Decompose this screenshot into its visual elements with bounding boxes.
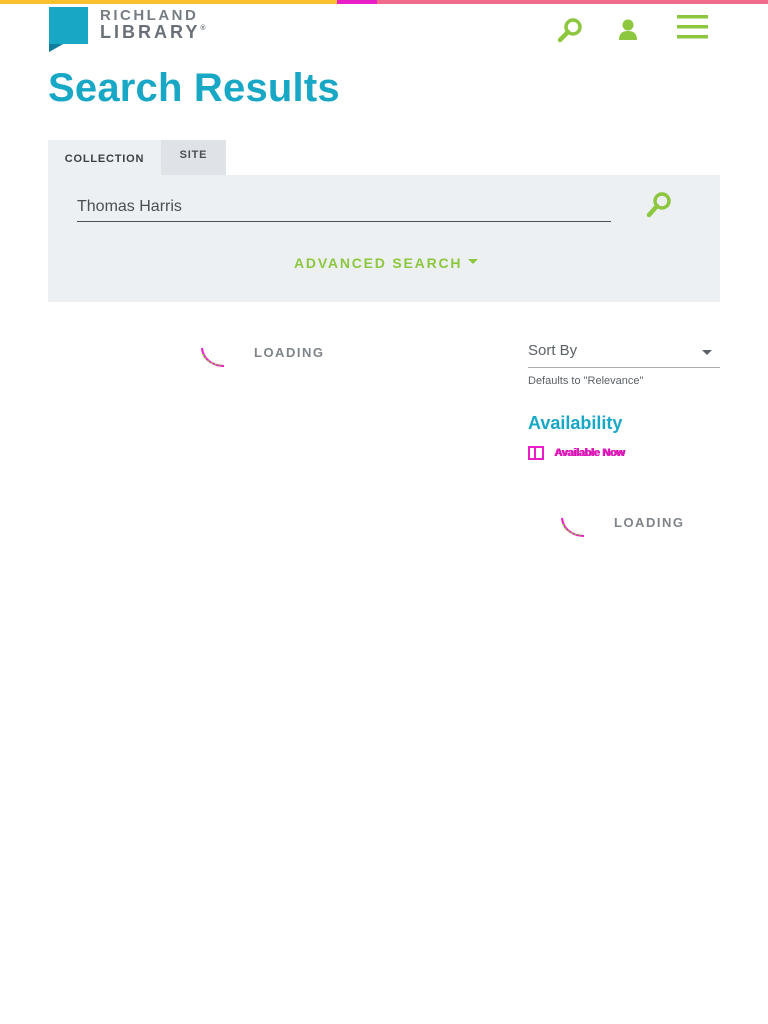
availability-heading: Availability xyxy=(528,413,623,433)
tab-collection[interactable]: COLLECTION xyxy=(48,140,161,175)
sort-hint-text: Defaults to "Relevance" xyxy=(528,375,644,387)
results-loading-text: LOADING xyxy=(254,344,325,360)
main-menu-button[interactable] xyxy=(677,11,709,43)
available-now-label: Available Now xyxy=(554,447,625,459)
search-panel: ADVANCED SEARCH xyxy=(48,175,720,302)
results-loading: LOADING xyxy=(200,342,324,368)
top-color-bar xyxy=(0,0,768,4)
account-button[interactable] xyxy=(612,14,644,46)
filters-loading-text: LOADING xyxy=(614,514,685,530)
search-icon xyxy=(557,18,582,43)
logo-text-library-word: LIBRARY xyxy=(100,22,201,42)
search-tabs: COLLECTION SITE xyxy=(48,140,226,175)
user-icon xyxy=(619,19,637,40)
logo-registered-mark: ® xyxy=(200,25,206,32)
sort-by-select[interactable]: Sort By xyxy=(528,340,720,368)
available-now-checkbox[interactable] xyxy=(528,446,544,460)
search-icon xyxy=(646,192,671,218)
advanced-search-label: ADVANCED SEARCH xyxy=(294,255,463,271)
chevron-down-icon xyxy=(702,350,712,355)
filters-loading: LOADING xyxy=(560,512,684,538)
top-bar-segment-yellow xyxy=(0,0,337,4)
header-search-button[interactable] xyxy=(554,14,586,46)
sort-by-label: Sort By xyxy=(528,342,578,359)
logo-text-library: LIBRARY® xyxy=(100,22,206,43)
logo-mark-icon xyxy=(49,7,88,52)
advanced-search-toggle[interactable]: ADVANCED SEARCH xyxy=(294,255,479,271)
search-submit-button[interactable] xyxy=(645,191,673,219)
top-bar-segment-magenta xyxy=(337,0,377,4)
top-bar-segment-pink xyxy=(377,0,768,4)
loading-spinner-icon xyxy=(201,347,225,367)
search-input[interactable] xyxy=(77,193,611,222)
menu-icon xyxy=(677,15,708,39)
richland-library-logo[interactable]: RICHLAND LIBRARY® xyxy=(49,7,219,53)
loading-spinner-icon xyxy=(561,517,585,537)
tab-site[interactable]: SITE xyxy=(161,140,226,175)
page-title: Search Results xyxy=(48,66,340,110)
caret-down-icon xyxy=(468,258,479,264)
availability-filter-option[interactable]: Available Now xyxy=(528,446,625,460)
